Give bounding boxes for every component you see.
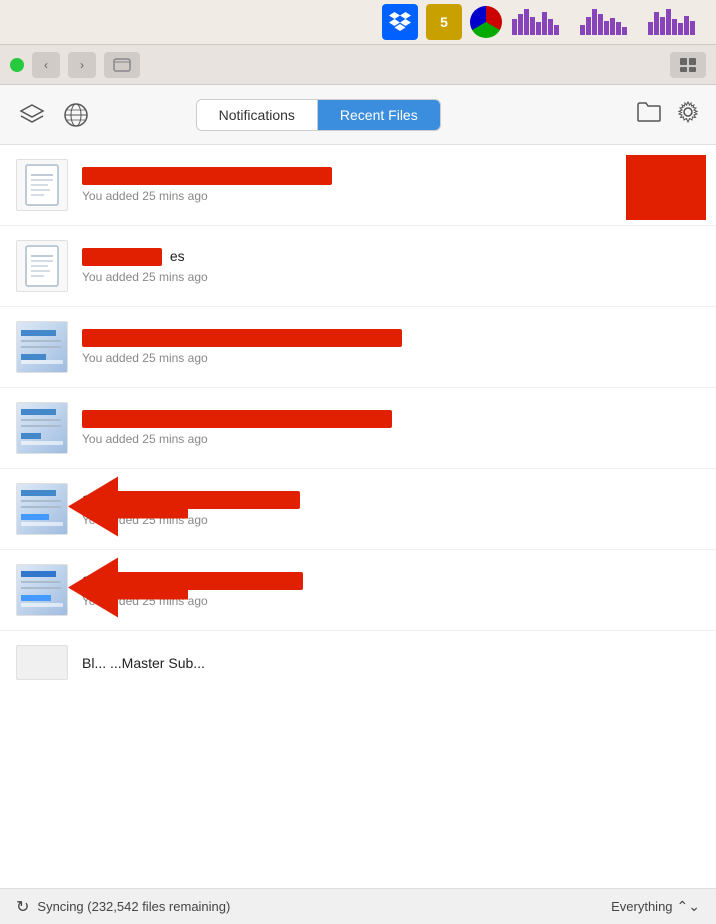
toolbar-right [636, 100, 700, 129]
traffic-lights [10, 58, 24, 72]
barchart2-icon [578, 7, 638, 37]
file-thumbnail [16, 402, 68, 454]
shield-icon[interactable]: 5 [426, 4, 462, 40]
barchart3-icon [646, 7, 706, 37]
globe-icon[interactable] [60, 99, 92, 131]
file-meta: You added 25 mins ago [82, 270, 700, 284]
barchart1-icon [510, 7, 570, 37]
list-item[interactable]: You added 25 mins ago [0, 145, 716, 226]
file-thumbnail [16, 564, 68, 616]
file-info: You added 25 mins ago [82, 329, 700, 365]
list-item[interactable]: es You added 25 mins ago [0, 226, 716, 307]
dropbox-icon[interactable] [382, 4, 418, 40]
back-button[interactable]: ‹ [32, 52, 60, 78]
menubar: 5 [0, 0, 716, 45]
window-button[interactable] [104, 52, 140, 78]
notifications-tab[interactable]: Notifications [197, 100, 318, 130]
file-thumbnail [16, 483, 68, 535]
list-item[interactable]: Sc You added 25 mins ago [0, 469, 716, 550]
redaction-arrow [68, 558, 188, 623]
tab-group: Notifications Recent Files [196, 99, 441, 131]
file-thumbnail [16, 159, 68, 211]
layers-icon[interactable] [16, 99, 48, 131]
toolbar: Notifications Recent Files [0, 85, 716, 145]
sync-status: Syncing (232,542 files remaining) [37, 899, 230, 914]
file-name [82, 167, 700, 185]
list-item-partial[interactable]: Bl... ...Master Sub... [0, 631, 716, 694]
file-thumbnail [16, 645, 68, 680]
list-item[interactable]: You added 25 mins ago [0, 388, 716, 469]
forward-button[interactable]: › [68, 52, 96, 78]
main-panel: Notifications Recent Files [0, 85, 716, 924]
file-name [82, 410, 700, 428]
filter-control[interactable]: Everything ⌃⌄ [611, 898, 700, 915]
statusbar: ↻ Syncing (232,542 files remaining) Ever… [0, 888, 716, 924]
file-thumbnail [16, 321, 68, 373]
sync-icon: ↻ [16, 897, 29, 917]
file-name: Bl... ...Master Sub... [82, 655, 205, 671]
folder-icon[interactable] [636, 101, 662, 128]
chevron-updown-icon: ⌃⌄ [677, 898, 700, 915]
file-info: You added 25 mins ago [82, 410, 700, 446]
recent-files-tab[interactable]: Recent Files [318, 100, 440, 130]
color-ball-icon[interactable] [470, 6, 502, 38]
forward-icon: › [80, 58, 84, 72]
file-info: es You added 25 mins ago [82, 248, 700, 284]
file-thumbnail [16, 240, 68, 292]
file-meta: You added 25 mins ago [82, 189, 700, 203]
file-info: You added 25 mins ago [82, 167, 700, 203]
file-name [82, 329, 700, 347]
file-list: You added 25 mins ago es [0, 145, 716, 888]
action-button[interactable] [670, 52, 706, 78]
file-meta: You added 25 mins ago [82, 432, 700, 446]
list-item[interactable]: Scre You added 25 mins ago [0, 550, 716, 631]
list-item[interactable]: You added 25 mins ago [0, 307, 716, 388]
gear-icon[interactable] [676, 100, 700, 129]
browser-chrome: ‹ › [0, 45, 716, 85]
file-meta: You added 25 mins ago [82, 351, 700, 365]
back-icon: ‹ [44, 58, 48, 72]
redaction-rect [626, 155, 706, 220]
maximize-button[interactable] [10, 58, 24, 72]
file-name: es [82, 248, 700, 266]
redaction-arrow [68, 477, 188, 542]
filter-label: Everything [611, 899, 672, 914]
